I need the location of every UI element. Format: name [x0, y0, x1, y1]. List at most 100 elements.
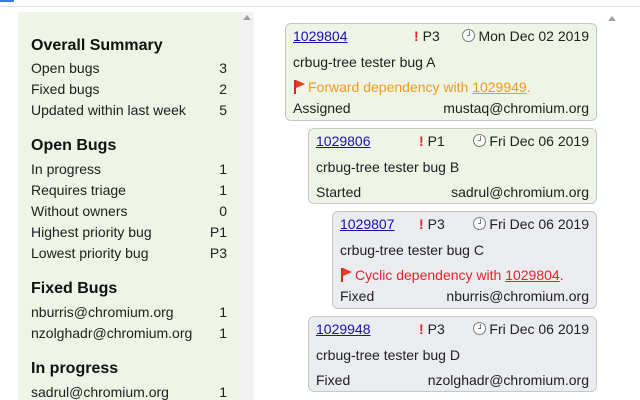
- priority-label: P3: [427, 321, 445, 337]
- dependency-bug-link[interactable]: 1029949: [472, 79, 527, 95]
- bug-status: Assigned: [293, 100, 351, 116]
- bug-owner: nzolghadr@chromium.org: [427, 372, 589, 388]
- summary-label: In progress: [31, 161, 102, 177]
- summary-row-requires-triage: Requires triage 1: [31, 182, 227, 202]
- bug-date-text: Mon Dec 02 2019: [478, 28, 589, 44]
- bug-header: 1029807 ! P3 Fri Dec 06 2019: [340, 216, 589, 236]
- bug-owner: mustaq@chromium.org: [443, 100, 589, 116]
- bug-status: Fixed: [316, 372, 351, 388]
- bug-owner: sadrul@chromium.org: [451, 184, 589, 200]
- dependency-text: Cyclic dependency with: [355, 267, 506, 283]
- bug-id-link[interactable]: 1029804: [293, 28, 348, 44]
- bug-status: Fixed: [340, 288, 375, 304]
- priority-label: P3: [422, 28, 440, 44]
- bug-header: 1029806 ! P1 Fri Dec 06 2019: [316, 133, 589, 153]
- summary-row-in-progress: In progress 1: [31, 161, 227, 181]
- bug-footer: Fixed nburris@chromium.org: [340, 288, 589, 308]
- fixed-bugs-heading: Fixed Bugs: [31, 280, 118, 297]
- summary-label: Lowest priority bug: [31, 245, 149, 261]
- bug-id-link[interactable]: 1029948: [316, 321, 371, 337]
- summary-scrollbar[interactable]: [240, 12, 254, 400]
- summary-value: 1: [219, 182, 227, 198]
- summary-row-highest-priority: Highest priority bug P1: [31, 224, 227, 244]
- in-progress-heading: In progress: [31, 360, 119, 377]
- summary-label: Open bugs: [31, 60, 100, 76]
- summary-value: 5: [219, 102, 227, 118]
- summary-value: 2: [219, 81, 227, 97]
- summary-label: Requires triage: [31, 182, 126, 198]
- summary-value: 3: [219, 60, 227, 76]
- priority-exclamation-icon: !: [419, 133, 424, 149]
- summary-row-progress-owner: sadrul@chromium.org 1: [31, 384, 227, 400]
- summary-value: 1: [219, 161, 227, 177]
- bug-card: 1029948 ! P3 Fri Dec 06 2019 crbug-tree t…: [308, 316, 597, 392]
- summary-row-lowest-priority: Lowest priority bug P3: [31, 245, 227, 265]
- summary-label: nzolghadr@chromium.org: [31, 325, 193, 341]
- summary-value: 1: [219, 384, 227, 400]
- dependency-end: .: [559, 267, 564, 283]
- bug-date-text: Fri Dec 06 2019: [489, 321, 589, 337]
- bug-footer: Fixed nzolghadr@chromium.org: [316, 372, 589, 391]
- bug-header: 1029948 ! P3 Fri Dec 06 2019: [316, 321, 589, 341]
- scroll-up-arrow-icon[interactable]: [243, 15, 251, 20]
- dependency-text: Forward dependency with: [308, 79, 473, 95]
- priority-badge: ! P1: [419, 133, 445, 149]
- scroll-up-arrow-icon[interactable]: [608, 16, 616, 21]
- priority-exclamation-icon: !: [419, 321, 424, 337]
- summary-label: Without owners: [31, 203, 128, 219]
- bug-footer: Started sadrul@chromium.org: [316, 184, 589, 203]
- bug-date: Fri Dec 06 2019: [473, 321, 589, 337]
- summary-value: P3: [209, 245, 227, 261]
- flag-icon: [293, 80, 306, 94]
- summary-value: P1: [209, 224, 227, 240]
- dependency-bug-link[interactable]: 1029804: [505, 267, 560, 283]
- dependency-error: Cyclic dependency with 1029804.: [340, 267, 564, 283]
- priority-badge: ! P3: [419, 321, 445, 337]
- summary-row-without-owners: Without owners 0: [31, 203, 227, 223]
- bug-title: crbug-tree tester bug C: [340, 242, 484, 258]
- bug-date-text: Fri Dec 06 2019: [489, 216, 589, 232]
- summary-label: Fixed bugs: [31, 81, 100, 97]
- bug-title: crbug-tree tester bug D: [316, 347, 460, 363]
- bug-status: Started: [316, 184, 362, 200]
- summary-row-updated-week: Updated within last week 5: [31, 102, 227, 122]
- top-strip: [0, 0, 640, 9]
- bug-title: crbug-tree tester bug A: [293, 54, 436, 70]
- clock-icon: [473, 134, 487, 147]
- bug-card: 1029804 ! P3 Mon Dec 02 2019 crbug-tree t…: [285, 23, 597, 121]
- overall-summary-heading: Overall Summary: [31, 37, 163, 54]
- bug-header: 1029804 ! P3 Mon Dec 02 2019: [293, 28, 589, 48]
- summary-row-fixed-bugs: Fixed bugs 2: [31, 81, 227, 101]
- summary-label: Updated within last week: [31, 102, 186, 118]
- dependency-warning: Forward dependency with 1029949.: [293, 79, 531, 95]
- clock-icon: [462, 29, 476, 42]
- dependency-end: .: [526, 79, 531, 95]
- summary-label: nburris@chromium.org: [31, 304, 174, 320]
- summary-row-open-bugs: Open bugs 3: [31, 60, 227, 80]
- summary-value: 1: [219, 325, 227, 341]
- priority-label: P3: [427, 216, 445, 232]
- clock-icon: [473, 322, 487, 335]
- bug-card: 1029807 ! P3 Fri Dec 06 2019 crbug-tree t…: [332, 211, 597, 309]
- bug-id-link[interactable]: 1029806: [316, 133, 371, 149]
- priority-badge: ! P3: [419, 216, 445, 232]
- summary-label: Highest priority bug: [31, 224, 152, 240]
- summary-row-fixed-owner: nburris@chromium.org 1: [31, 304, 227, 324]
- summary-panel: Overall Summary Open bugs 3 Fixed bugs 2…: [18, 12, 240, 400]
- top-divider: [0, 6, 640, 7]
- bug-card: 1029806 ! P1 Fri Dec 06 2019 crbug-tree t…: [308, 128, 597, 204]
- bug-id-link[interactable]: 1029807: [340, 216, 395, 232]
- priority-exclamation-icon: !: [419, 216, 424, 232]
- summary-row-fixed-owner: nzolghadr@chromium.org 1: [31, 325, 227, 345]
- bug-date: Fri Dec 06 2019: [473, 133, 589, 149]
- bug-owner: nburris@chromium.org: [446, 288, 589, 304]
- bug-date-text: Fri Dec 06 2019: [489, 133, 589, 149]
- priority-label: P1: [427, 133, 445, 149]
- priority-badge: ! P3: [414, 28, 440, 44]
- bug-footer: Assigned mustaq@chromium.org: [293, 100, 589, 120]
- flag-icon: [340, 268, 353, 282]
- bug-date: Mon Dec 02 2019: [462, 28, 589, 44]
- summary-value: 0: [219, 203, 227, 219]
- open-bugs-heading: Open Bugs: [31, 137, 117, 154]
- priority-exclamation-icon: !: [414, 28, 419, 44]
